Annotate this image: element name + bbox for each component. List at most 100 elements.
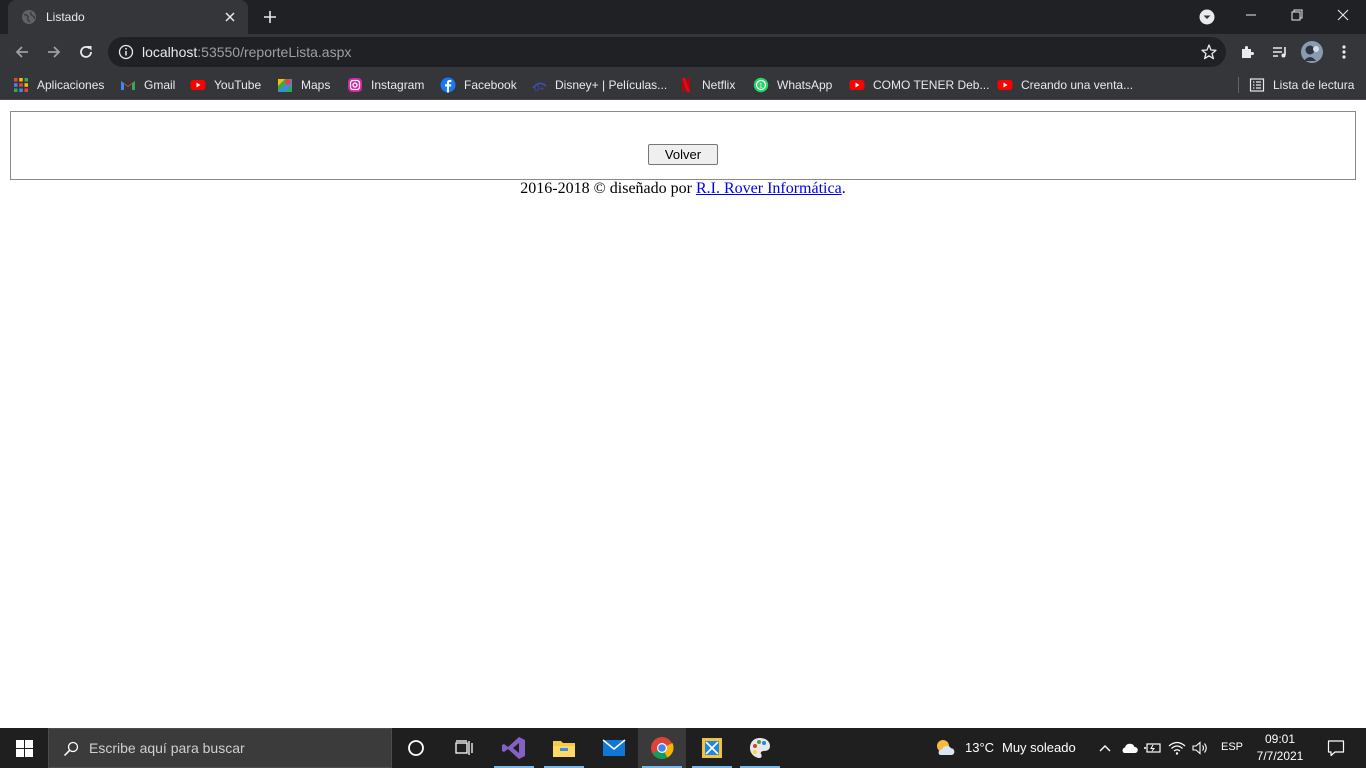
visual-studio-app[interactable] [490,728,538,768]
task-view-button[interactable] [440,728,488,768]
start-button[interactable] [0,728,48,768]
reading-list-label: Lista de lectura [1273,78,1355,92]
minimize-icon [1246,14,1256,16]
maps-icon [278,79,292,92]
volver-button[interactable]: Volver [648,144,718,165]
bookmark-label: WhatsApp [777,78,833,92]
back-button[interactable] [8,38,36,66]
browser-tab-listado[interactable]: Listado [8,0,248,34]
arrow-left-icon [15,46,28,58]
youtube-icon [997,80,1013,90]
menu-button[interactable] [1330,38,1358,66]
youtube-icon [849,80,865,90]
paint-palette-icon [750,738,770,758]
forward-button[interactable] [40,38,68,66]
footer: 2016-2018 © diseñado por R.I. Rover Info… [0,180,1366,198]
bookmark-whatsapp[interactable]: 1 WhatsApp [753,76,832,94]
windows-logo-icon [15,739,33,757]
reload-button[interactable] [72,38,100,66]
clock[interactable]: 09:01 7/7/2021 [1250,731,1310,765]
bookmark-label: Aplicaciones [37,78,105,92]
chrome-icon [651,737,674,759]
snipping-tool-app[interactable] [688,728,736,768]
reading-list-button[interactable]: Lista de lectura [1249,76,1354,94]
info-icon[interactable] [118,44,134,60]
wifi-button[interactable] [1168,740,1186,756]
chevron-up-icon [1099,745,1111,752]
clock-date: 7/7/2021 [1256,749,1304,763]
bookmark-instagram[interactable]: Instagram [347,76,424,94]
tab-strip: Listado [0,0,1366,34]
cortana-circle-icon [408,740,424,756]
address-bar[interactable]: localhost:53550/reporteLista.aspx [108,37,1226,67]
battery-button[interactable] [1144,740,1162,756]
volume-button[interactable] [1192,740,1210,756]
visual-studio-icon [502,737,525,759]
star-icon[interactable] [1200,43,1218,61]
facebook-icon [440,77,456,93]
url-text: localhost:53550/reporteLista.aspx [142,44,351,60]
notification-icon [1327,740,1345,757]
bookmark-maps[interactable]: Maps [277,76,330,94]
footer-text: 2016-2018 © diseñado por [520,180,696,197]
weather-sun-cloud-icon[interactable] [934,738,956,758]
bookmark-netflix[interactable]: Netflix [678,76,735,94]
footer-link[interactable]: R.I. Rover Informática [696,180,842,197]
bookmarks-bar: Aplicaciones Gmail YouTube Maps Instagra… [0,70,1366,100]
whatsapp-icon: 1 [753,77,769,93]
profile-button[interactable] [1298,38,1326,66]
new-tab-button[interactable] [258,5,282,29]
taskbar-search[interactable]: Escribe aquí para buscar [48,728,392,768]
extensions-button[interactable] [1234,38,1262,66]
onedrive-button[interactable] [1120,740,1138,756]
netflix-icon [682,78,690,92]
bookmark-youtube[interactable]: YouTube [190,76,261,94]
weather-temp[interactable]: 13°C [965,740,994,755]
search-icon [63,741,79,757]
tab-close-icon[interactable] [218,5,242,29]
restore-icon [1291,9,1303,21]
chrome-app[interactable] [638,728,686,768]
language-indicator[interactable]: ESP [1221,741,1243,753]
chevron-down-circle-icon [1199,9,1215,25]
bookmark-como-tener[interactable]: COMO TENER Deb... [849,76,989,94]
tab-title: Listado [46,10,85,24]
cortana-button[interactable] [392,728,440,768]
minimize-button[interactable] [1228,0,1274,30]
weather-desc[interactable]: Muy soleado [1002,740,1076,755]
close-window-button[interactable] [1320,0,1366,30]
file-explorer-app[interactable] [540,728,588,768]
speaker-icon [1192,741,1207,755]
tab-search-button[interactable] [1196,6,1218,28]
more-vertical-icon [1342,45,1346,59]
bookmark-label: Netflix [702,78,736,92]
folder-icon [553,741,575,757]
bookmark-facebook[interactable]: Facebook [440,76,517,94]
show-hidden-icons[interactable] [1096,740,1114,756]
playlist-icon [1273,47,1286,58]
url-path: :53550/reporteLista.aspx [197,44,352,60]
restore-button[interactable] [1274,0,1320,30]
avatar [1301,41,1323,63]
bookmark-disney[interactable]: D+ Disney+ | Películas... [531,76,667,94]
bookmark-label: Instagram [371,78,425,92]
bookmark-label: Maps [301,78,331,92]
svg-text:1: 1 [759,83,763,90]
bookmark-label: YouTube [214,78,262,92]
paint-app[interactable] [736,728,784,768]
plus-icon [264,11,276,23]
footer-suffix: . [841,180,846,197]
media-control-button[interactable] [1266,38,1294,66]
bookmark-gmail[interactable]: Gmail [120,76,175,94]
mail-app[interactable] [590,728,638,768]
arrow-right-icon [48,46,61,58]
url-host: localhost [142,44,198,60]
bookmark-label: COMO TENER Deb... [873,78,990,92]
bookmark-label: Gmail [144,78,176,92]
bookmark-apps[interactable]: Aplicaciones [13,76,104,94]
bookmark-creando-venta[interactable]: Creando una venta... [997,76,1133,94]
browser-toolbar: localhost:53550/reporteLista.aspx [0,34,1366,70]
clock-time: 09:01 [1264,732,1296,746]
apps-grid-icon [14,78,28,92]
notification-center-button[interactable] [1316,728,1356,768]
